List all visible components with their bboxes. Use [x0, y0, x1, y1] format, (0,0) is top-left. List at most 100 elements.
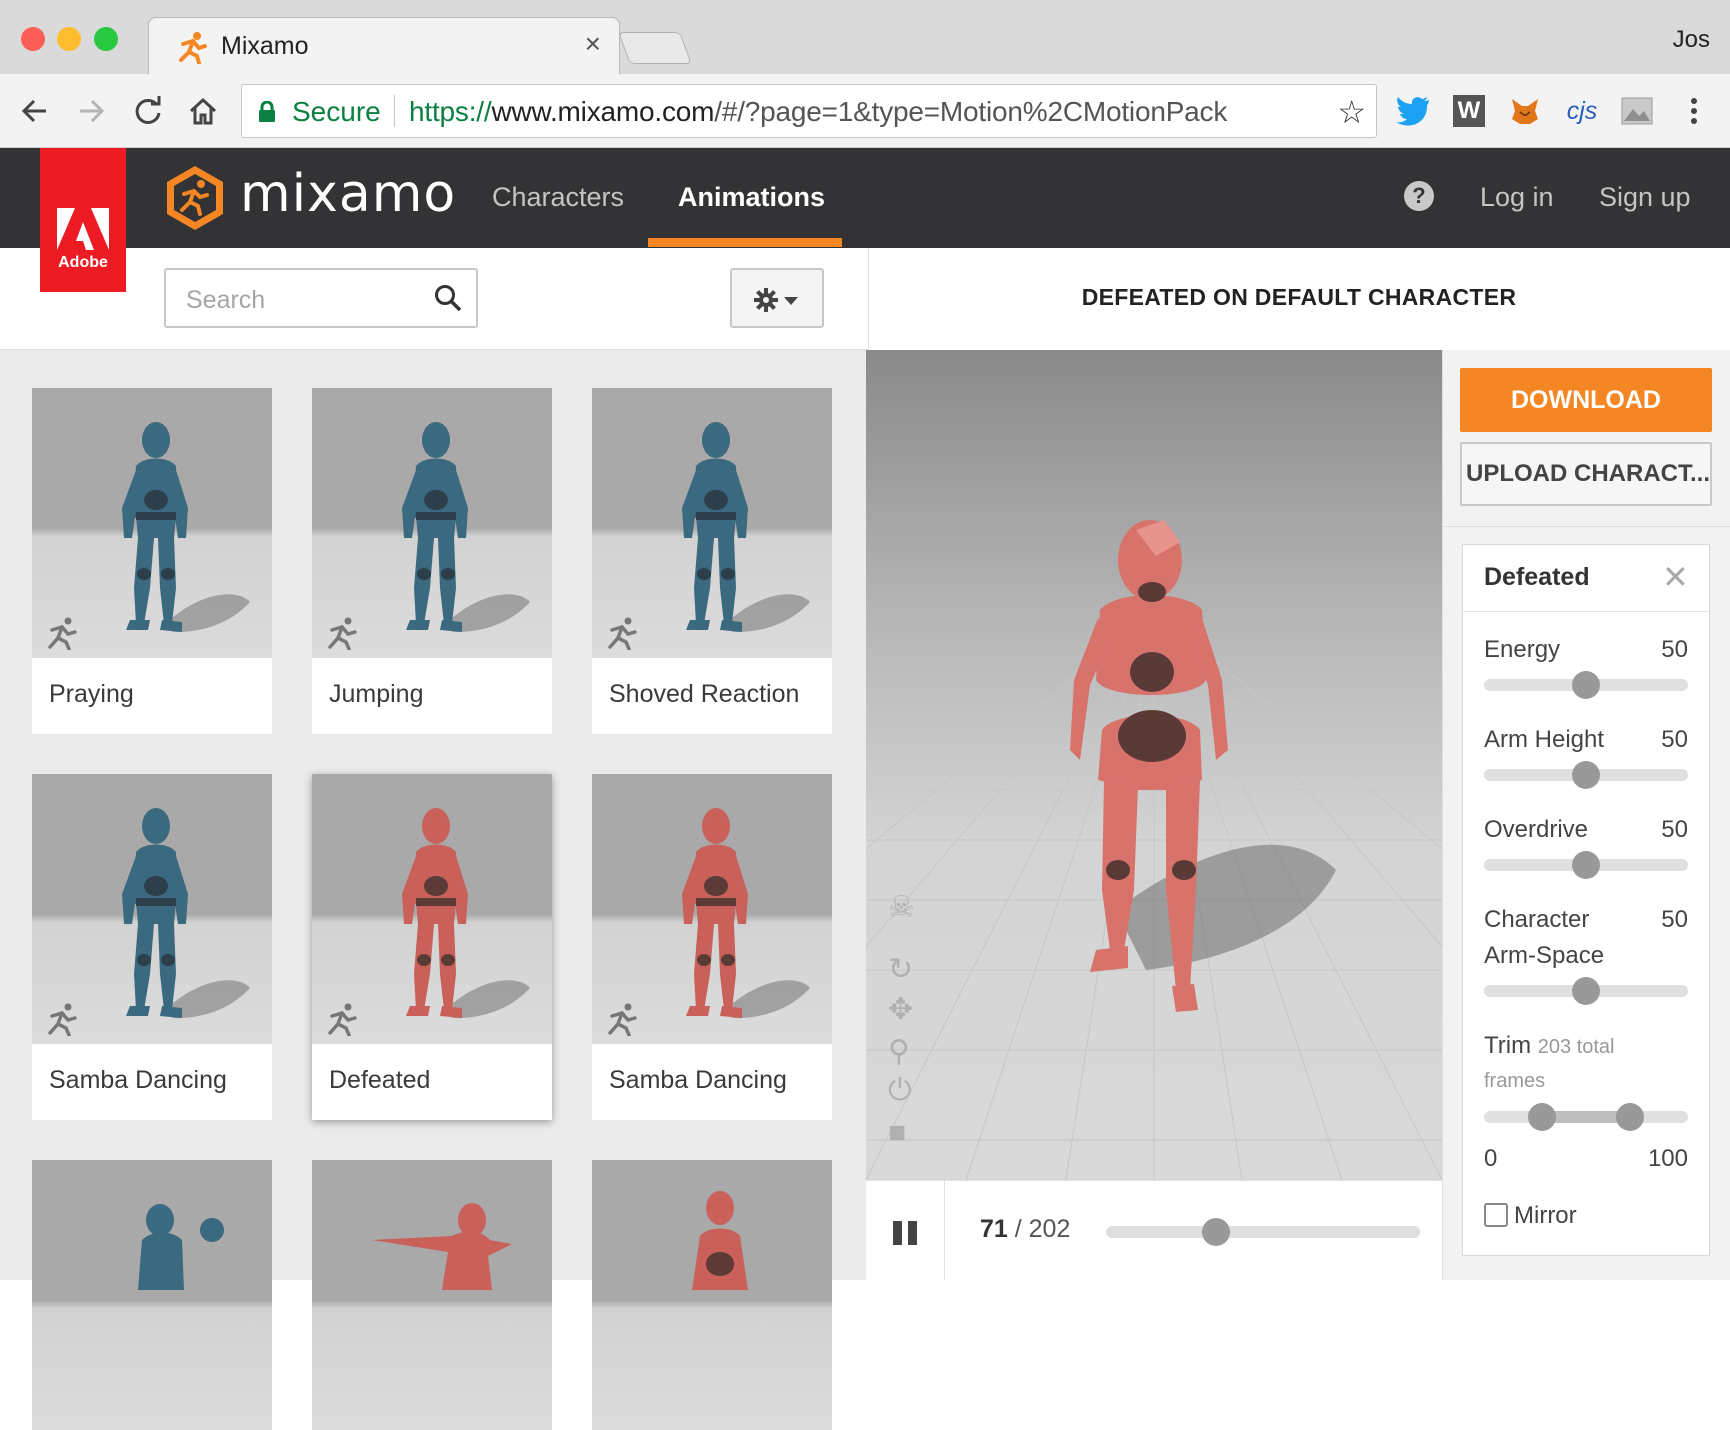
animation-thumbnail: [592, 1160, 832, 1430]
reset-icon[interactable]: ⏻: [888, 1074, 912, 1108]
metamask-fox-icon[interactable]: [1506, 92, 1544, 130]
running-man-icon: [44, 1002, 80, 1041]
mirror-label[interactable]: Mirror: [1514, 1202, 1577, 1230]
menu-dots-icon[interactable]: [1675, 92, 1713, 130]
camera-icon[interactable]: ■: [888, 1116, 906, 1150]
upload-character-button[interactable]: UPLOAD CHARACT...: [1460, 442, 1712, 506]
animation-card[interactable]: Jumping: [312, 388, 552, 734]
w-extension-label: W: [1453, 95, 1485, 127]
reload-icon[interactable]: [129, 92, 167, 130]
close-window-button[interactable]: [21, 27, 45, 51]
param-value: 50: [1661, 636, 1688, 663]
mixamo-logo-icon[interactable]: [164, 164, 226, 232]
image-icon[interactable]: [1618, 92, 1656, 130]
home-icon[interactable]: [184, 92, 222, 130]
mixamo-favicon-icon: [179, 32, 207, 64]
timeline-scrubber[interactable]: [1201, 1218, 1230, 1246]
param-value: 50: [1661, 816, 1688, 843]
animation-card-label: Jumping: [329, 680, 424, 708]
3d-viewport[interactable]: [866, 350, 1442, 1180]
browser-tab-mixamo[interactable]: Mixamo ×: [148, 17, 620, 74]
chevron-down-icon: [784, 297, 798, 305]
animation-card[interactable]: Defeated: [312, 774, 552, 1120]
param-slider-handle[interactable]: [1572, 761, 1600, 789]
tab-close-icon[interactable]: ×: [585, 28, 601, 60]
pause-button[interactable]: [890, 1218, 920, 1248]
search-input[interactable]: Search: [164, 268, 478, 328]
back-icon[interactable]: [16, 92, 54, 130]
search-icon[interactable]: [434, 284, 462, 312]
animation-card[interactable]: Praying: [32, 388, 272, 734]
secure-label: Secure: [292, 96, 381, 127]
total-frames: 202: [1028, 1215, 1071, 1243]
animation-card-partial[interactable]: [312, 1160, 552, 1430]
animation-card-partial[interactable]: [32, 1160, 272, 1430]
trim-end-handle[interactable]: [1616, 1103, 1644, 1131]
animation-card-label: Shoved Reaction: [609, 680, 800, 708]
move-icon[interactable]: ✥: [888, 992, 913, 1027]
w-icon[interactable]: W: [1450, 92, 1488, 130]
zoom-icon[interactable]: ⚲: [888, 1034, 910, 1069]
close-icon[interactable]: ✕: [1662, 558, 1689, 596]
param-label-line2: Arm-Space: [1484, 942, 1605, 969]
login-link[interactable]: Log in: [1480, 182, 1554, 213]
animation-card[interactable]: Shoved Reaction: [592, 388, 832, 734]
bookmark-star-icon[interactable]: ☆: [1337, 93, 1366, 131]
param-value: 50: [1661, 726, 1688, 753]
mixamo-wordmark[interactable]: mixamo: [240, 164, 456, 224]
running-man-icon: [604, 1002, 640, 1041]
skull-icon[interactable]: ☠: [888, 890, 915, 925]
animation-card[interactable]: Samba Dancing: [32, 774, 272, 1120]
animation-card-label: Defeated: [329, 1066, 431, 1094]
running-man-icon: [604, 616, 640, 655]
trim-title: Trim: [1484, 1032, 1532, 1059]
param-slider-handle[interactable]: [1572, 977, 1600, 1005]
search-placeholder: Search: [186, 286, 266, 314]
browser-toolbar: Secure https://www.mixamo.com/#/?page=1&…: [0, 74, 1730, 148]
param-value: 50: [1661, 906, 1688, 933]
signup-link[interactable]: Sign up: [1599, 182, 1691, 213]
gear-icon: [754, 288, 778, 312]
url-text: https://www.mixamo.com/#/?page=1&type=Mo…: [409, 96, 1227, 128]
trim-start-handle[interactable]: [1528, 1103, 1556, 1131]
running-man-icon: [324, 1002, 360, 1041]
nav-animations[interactable]: Animations: [678, 182, 825, 213]
adobe-badge[interactable]: Adobe: [40, 148, 126, 292]
animation-card[interactable]: Samba Dancing: [592, 774, 832, 1120]
timeline-track[interactable]: [1106, 1226, 1420, 1238]
settings-title: Defeated: [1484, 563, 1590, 591]
mirror-checkbox[interactable]: [1484, 1203, 1508, 1227]
animation-thumbnail: [312, 1160, 552, 1430]
running-man-icon: [44, 616, 80, 655]
trim-max-value: 100: [1647, 1145, 1688, 1172]
nav-characters[interactable]: Characters: [492, 182, 624, 213]
url-host: www.mixamo.com: [491, 96, 715, 127]
animation-card-label: Samba Dancing: [609, 1066, 787, 1094]
rotate-icon[interactable]: ↻: [888, 952, 913, 987]
animation-card-partial[interactable]: [592, 1160, 832, 1430]
omnibox-divider: [394, 95, 395, 127]
param-slider-handle[interactable]: [1572, 851, 1600, 879]
adobe-logo-icon: [57, 208, 109, 250]
current-frame: 71: [980, 1215, 1008, 1243]
minimize-window-button[interactable]: [57, 27, 81, 51]
help-icon[interactable]: ?: [1404, 181, 1434, 211]
url-path: /#/?page=1&type=Motion%2CMotionPack: [714, 96, 1228, 127]
maximize-window-button[interactable]: [94, 27, 118, 51]
running-man-icon: [324, 616, 360, 655]
address-bar[interactable]: Secure https://www.mixamo.com/#/?page=1&…: [241, 84, 1377, 138]
forward-icon[interactable]: [72, 92, 110, 130]
animation-thumbnail: [32, 1160, 272, 1430]
cjs-icon[interactable]: cjs: [1563, 92, 1601, 130]
lock-icon: [259, 101, 275, 122]
tab-title: Mixamo: [221, 32, 309, 60]
param-label: Overdrive: [1484, 816, 1589, 843]
new-tab-button[interactable]: [618, 32, 692, 64]
settings-dropdown-button[interactable]: [730, 268, 824, 328]
twitter-icon[interactable]: [1394, 92, 1432, 130]
profile-name[interactable]: Jos: [1673, 26, 1710, 54]
url-scheme: https://: [409, 96, 492, 127]
param-slider-handle[interactable]: [1572, 671, 1600, 699]
param-label: Character: [1484, 906, 1590, 933]
download-button[interactable]: DOWNLOAD: [1460, 368, 1712, 432]
